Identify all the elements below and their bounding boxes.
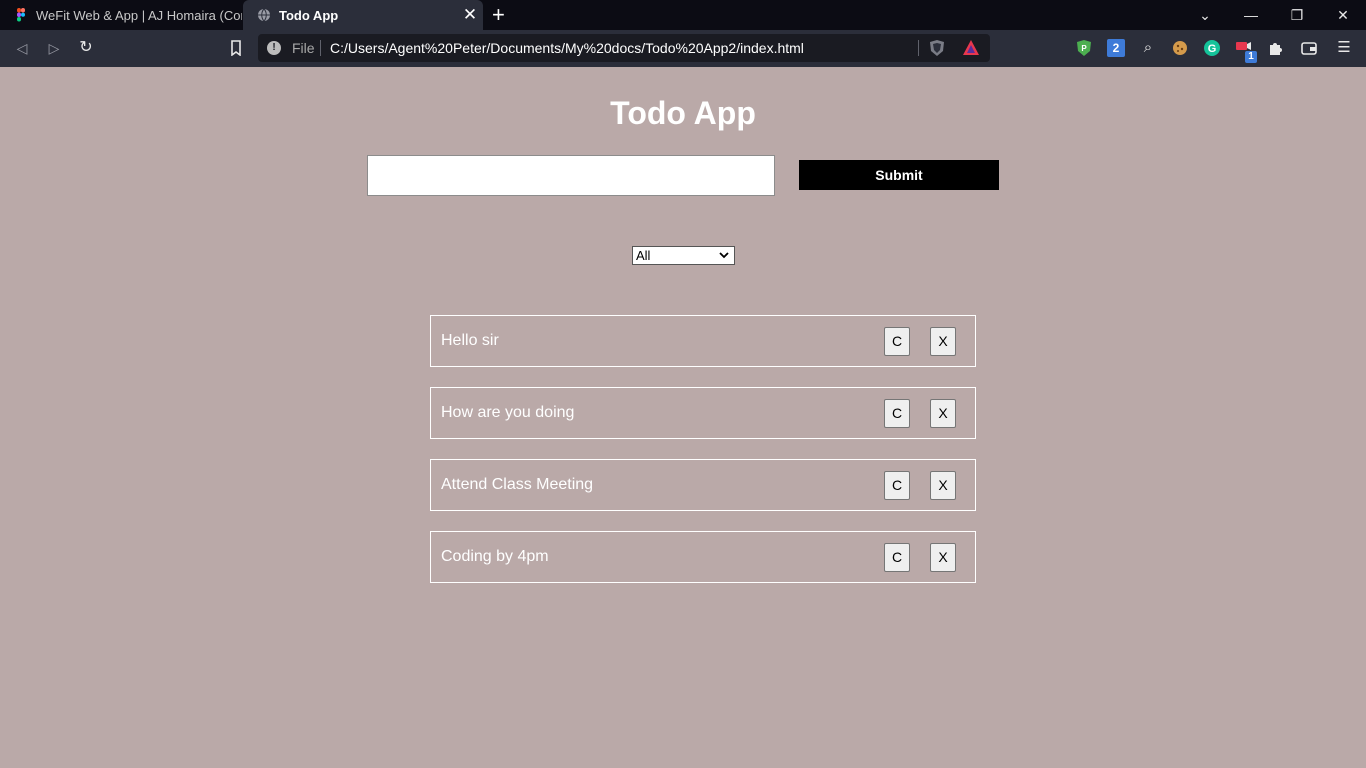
todo-text: Attend Class Meeting	[441, 476, 594, 493]
brave-rewards-icon[interactable]	[962, 39, 980, 57]
restore-icon[interactable]: ❐	[1285, 5, 1309, 25]
browser-toolbar: ◁ ▷ ↻ ! File C:/Users/Agent%20Peter/Docu…	[0, 30, 1366, 67]
bookmark-icon[interactable]	[225, 40, 247, 56]
todo-text: How are you doing	[441, 404, 575, 421]
extensions-puzzle-icon[interactable]	[1267, 39, 1285, 57]
delete-button[interactable]: X	[930, 543, 956, 572]
new-tab-button[interactable]: +	[492, 3, 505, 27]
wallet-icon[interactable]	[1300, 39, 1318, 57]
counter-extension-icon[interactable]: 2	[1107, 39, 1125, 57]
address-bar[interactable]: ! File C:/Users/Agent%20Peter/Documents/…	[258, 34, 990, 62]
notification-badge: 1	[1245, 51, 1257, 63]
grammarly-icon[interactable]: G	[1203, 39, 1221, 57]
delete-button[interactable]: X	[930, 327, 956, 356]
complete-button[interactable]: C	[884, 327, 910, 356]
minimize-icon[interactable]: —	[1239, 5, 1263, 25]
vpn-shield-icon[interactable]: P	[1075, 39, 1093, 57]
url-text[interactable]: C:/Users/Agent%20Peter/Documents/My%20do…	[330, 40, 804, 56]
figma-icon	[17, 8, 25, 22]
cookie-icon[interactable]	[1171, 39, 1189, 57]
todo-item: Attend Class Meeting C X	[430, 459, 976, 511]
complete-button[interactable]: C	[884, 471, 910, 500]
tab-title: Todo App	[279, 7, 339, 23]
todo-input[interactable]	[367, 155, 775, 196]
info-icon[interactable]: !	[267, 41, 281, 55]
url-scheme: File	[292, 40, 315, 56]
tab-title: WeFit Web & App | AJ Homaira (Comm	[36, 7, 242, 23]
back-icon[interactable]: ◁	[11, 38, 33, 58]
search-icon[interactable]: ⌕	[1139, 39, 1157, 57]
chevron-down-icon	[719, 252, 729, 259]
page-title: Todo App	[610, 95, 756, 131]
brave-shield-icon[interactable]	[928, 39, 946, 57]
tab-todo-app[interactable]: Todo App ✕	[243, 0, 483, 30]
todo-list: Hello sir C X How are you doing C X Atte…	[430, 315, 976, 603]
divider	[918, 40, 919, 56]
browser-tab-bar: WeFit Web & App | AJ Homaira (Comm Todo …	[0, 0, 1366, 30]
close-tab-icon[interactable]: ✕	[457, 5, 483, 25]
delete-button[interactable]: X	[930, 471, 956, 500]
divider	[320, 40, 321, 56]
globe-icon	[258, 8, 270, 22]
close-window-icon[interactable]: ✕	[1331, 5, 1355, 25]
submit-button[interactable]: Submit	[799, 160, 999, 190]
todo-text: Coding by 4pm	[441, 548, 549, 565]
todo-item: How are you doing C X	[430, 387, 976, 439]
todo-item: Hello sir C X	[430, 315, 976, 367]
tab-search-icon[interactable]: ⌄	[1193, 5, 1217, 25]
todo-text: Hello sir	[441, 332, 499, 349]
delete-button[interactable]: X	[930, 399, 956, 428]
complete-button[interactable]: C	[884, 399, 910, 428]
svg-text:G: G	[1208, 43, 1217, 55]
forward-icon[interactable]: ▷	[43, 38, 65, 58]
todo-item: Coding by 4pm C X	[430, 531, 976, 583]
filter-select[interactable]: All	[632, 246, 735, 265]
complete-button[interactable]: C	[884, 543, 910, 572]
menu-icon[interactable]: ☰	[1335, 39, 1353, 57]
tab-wefit[interactable]: WeFit Web & App | AJ Homaira (Comm	[0, 0, 242, 30]
filter-selected-value: All	[636, 248, 651, 263]
svg-text:P: P	[1081, 44, 1087, 53]
reload-icon[interactable]: ↻	[75, 38, 97, 58]
